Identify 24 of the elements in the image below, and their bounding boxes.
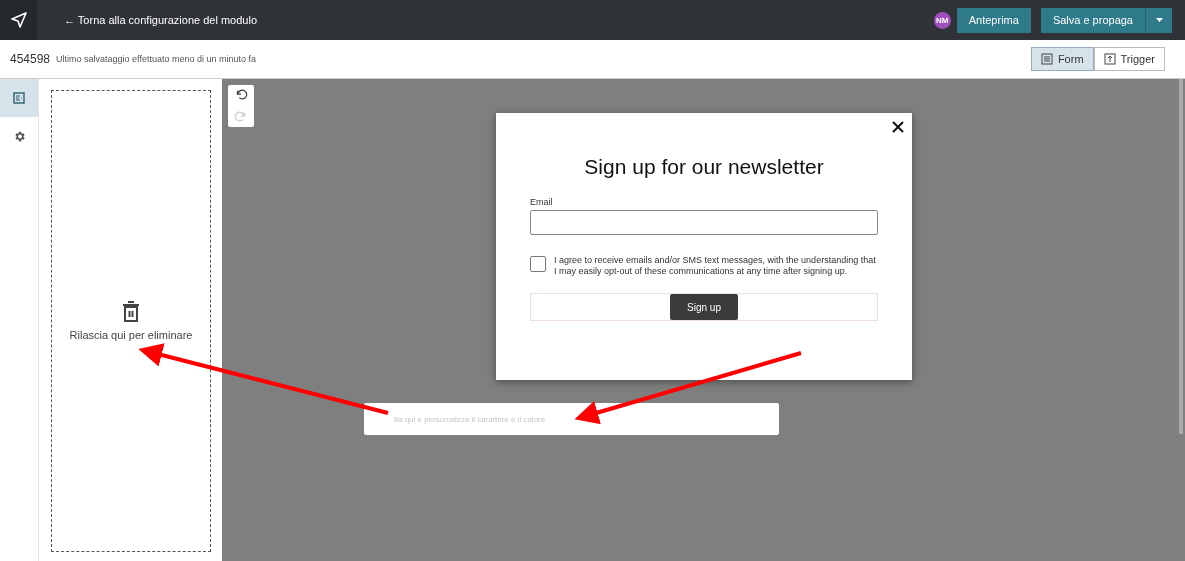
undo-icon[interactable] [234, 88, 248, 102]
preview-button[interactable]: Anteprima [956, 7, 1031, 33]
form-icon [13, 92, 25, 104]
view-tab[interactable]: Trigger [1093, 47, 1165, 71]
user-avatar[interactable]: NM [933, 11, 951, 29]
view-tab[interactable]: Form [1030, 47, 1094, 71]
rail-tab[interactable] [0, 79, 38, 117]
consent-text: I agree to receive emails and/or SMS text messages, with the understanding that I may easily opt-out of these communications at any time after signing up. [554, 255, 877, 277]
upload-icon [1103, 53, 1116, 65]
save-button[interactable]: Salva e propaga [1040, 7, 1145, 33]
list-icon [1040, 53, 1053, 65]
caret-icon [1155, 18, 1163, 22]
back-link[interactable]: ← Torna alla configurazione del modulo [64, 14, 934, 26]
send-icon[interactable] [10, 12, 27, 28]
form-id: 454598 [10, 52, 51, 66]
consent-checkbox[interactable] [530, 256, 546, 272]
drop-zone[interactable]: Rilascia qui per eliminare [51, 90, 211, 552]
popup-title: Sign up for our newsletter [583, 155, 825, 179]
signup-button[interactable]: Sign up [670, 294, 738, 320]
email-field[interactable] [530, 210, 878, 235]
dropdown-button[interactable] [1145, 7, 1172, 33]
save-status: Ultimo salvataggio effettuato meno di un minuto fa [56, 54, 257, 64]
email-label: Email [530, 197, 554, 207]
trash-icon [122, 301, 140, 323]
